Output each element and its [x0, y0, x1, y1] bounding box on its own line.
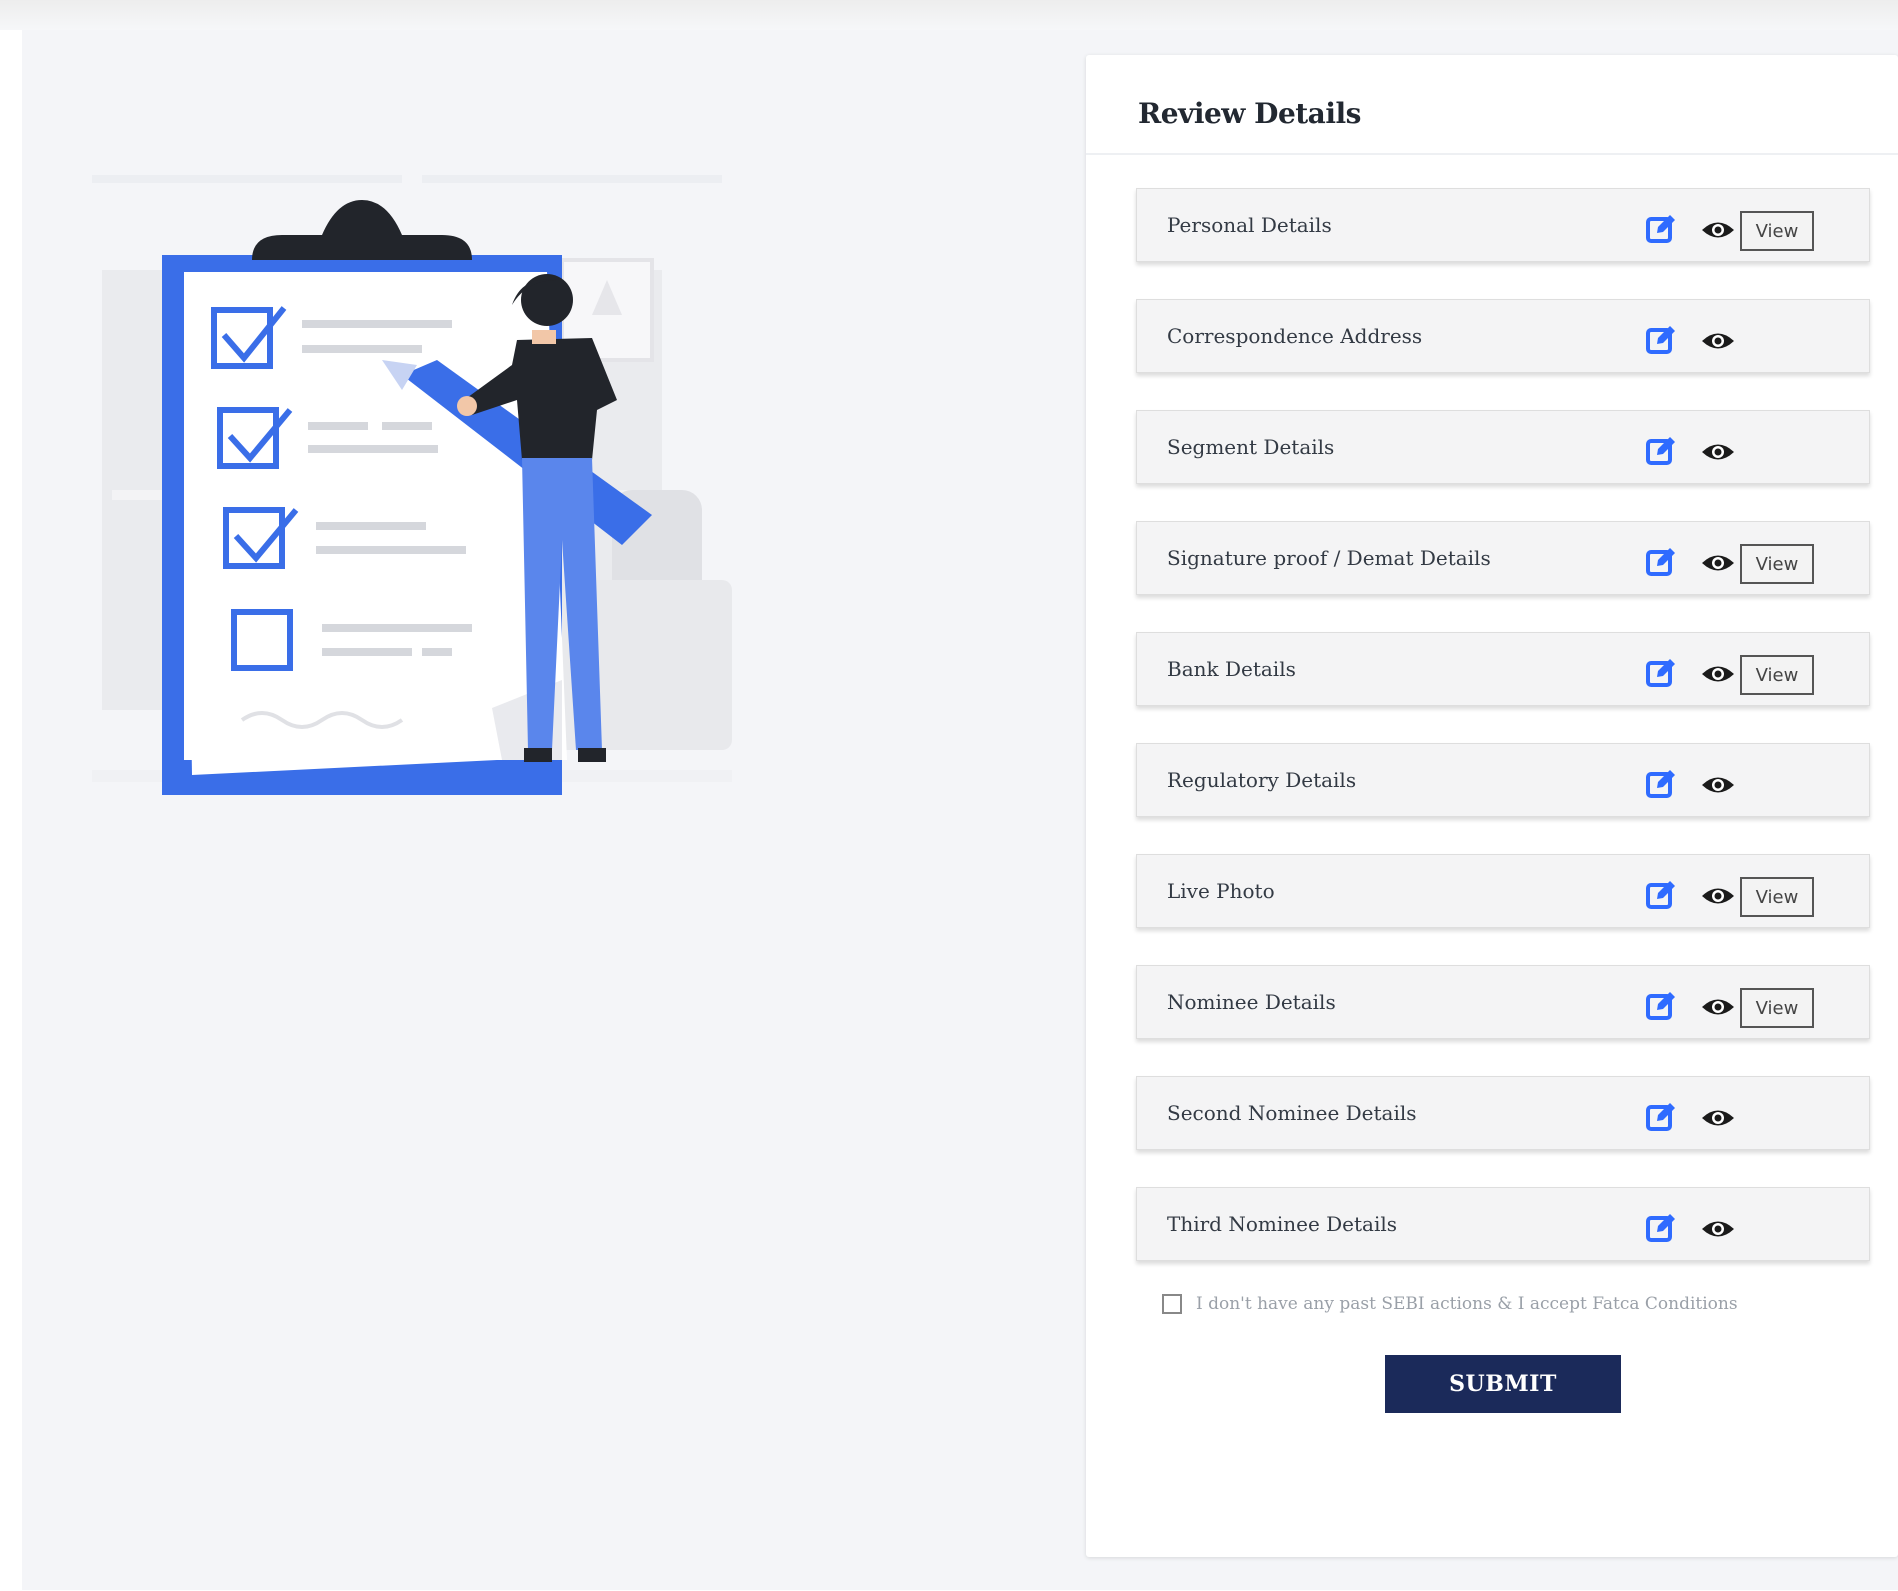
- review-section-row[interactable]: Nominee Details View: [1136, 965, 1870, 1039]
- eye-icon[interactable]: [1701, 1107, 1735, 1129]
- review-section-row[interactable]: Personal Details View: [1136, 188, 1870, 262]
- consent-checkbox[interactable]: [1162, 1294, 1182, 1314]
- eye-icon[interactable]: [1701, 663, 1735, 685]
- edit-icon[interactable]: [1645, 435, 1677, 467]
- eye-icon[interactable]: [1701, 552, 1735, 574]
- section-label: Personal Details: [1167, 213, 1332, 237]
- review-section-row[interactable]: Live Photo View: [1136, 854, 1870, 928]
- edit-icon[interactable]: [1645, 324, 1677, 356]
- card-header: Review Details: [1086, 55, 1898, 155]
- consent-row: I don't have any past SEBI actions & I a…: [1162, 1292, 1862, 1322]
- view-button[interactable]: View: [1740, 877, 1814, 917]
- edit-icon[interactable]: [1645, 768, 1677, 800]
- checklist-illustration: [92, 175, 732, 795]
- edit-icon[interactable]: [1645, 546, 1677, 578]
- consent-label: I don't have any past SEBI actions & I a…: [1196, 1294, 1738, 1314]
- section-label: Second Nominee Details: [1167, 1101, 1417, 1125]
- edit-icon[interactable]: [1645, 879, 1677, 911]
- review-section-row[interactable]: Bank Details View: [1136, 632, 1870, 706]
- section-label: Bank Details: [1167, 657, 1296, 681]
- eye-icon[interactable]: [1701, 774, 1735, 796]
- eye-icon[interactable]: [1701, 330, 1735, 352]
- review-section-row[interactable]: Third Nominee Details: [1136, 1187, 1870, 1261]
- review-section-row[interactable]: Signature proof / Demat Details View: [1136, 521, 1870, 595]
- review-section-row[interactable]: Regulatory Details: [1136, 743, 1870, 817]
- view-button[interactable]: View: [1740, 655, 1814, 695]
- eye-icon[interactable]: [1701, 996, 1735, 1018]
- view-button[interactable]: View: [1740, 211, 1814, 251]
- page-title: Review Details: [1138, 97, 1361, 130]
- section-label: Correspondence Address: [1167, 324, 1423, 348]
- section-label: Third Nominee Details: [1167, 1212, 1398, 1236]
- review-section-row[interactable]: Second Nominee Details: [1136, 1076, 1870, 1150]
- section-label: Nominee Details: [1167, 990, 1336, 1014]
- edit-icon[interactable]: [1645, 1212, 1677, 1244]
- eye-icon[interactable]: [1701, 885, 1735, 907]
- eye-icon[interactable]: [1701, 219, 1735, 241]
- section-label: Segment Details: [1167, 435, 1335, 459]
- edit-icon[interactable]: [1645, 657, 1677, 689]
- edit-icon[interactable]: [1645, 213, 1677, 245]
- top-bar: [0, 0, 1898, 30]
- eye-icon[interactable]: [1701, 1218, 1735, 1240]
- edit-icon[interactable]: [1645, 990, 1677, 1022]
- view-button[interactable]: View: [1740, 988, 1814, 1028]
- section-label: Regulatory Details: [1167, 768, 1357, 792]
- view-button[interactable]: View: [1740, 544, 1814, 584]
- section-label: Signature proof / Demat Details: [1167, 546, 1491, 570]
- review-section-row[interactable]: Correspondence Address: [1136, 299, 1870, 373]
- review-details-card: Review Details Personal Details View Corre…: [1086, 55, 1898, 1557]
- eye-icon[interactable]: [1701, 441, 1735, 463]
- section-label: Live Photo: [1167, 879, 1275, 903]
- submit-button[interactable]: SUBMIT: [1385, 1355, 1621, 1413]
- edit-icon[interactable]: [1645, 1101, 1677, 1133]
- review-section-row[interactable]: Segment Details: [1136, 410, 1870, 484]
